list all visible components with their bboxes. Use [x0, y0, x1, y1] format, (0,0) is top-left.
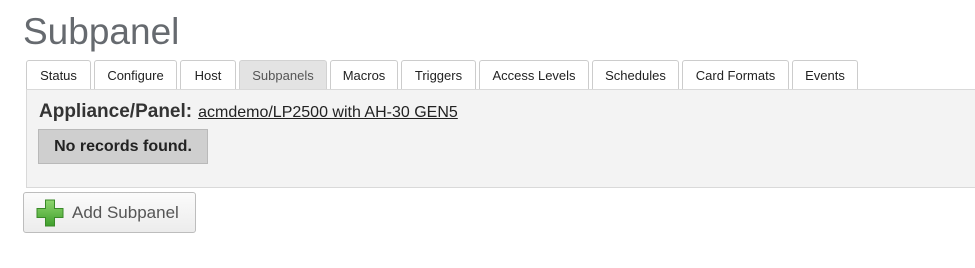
- tab-triggers[interactable]: Triggers: [401, 60, 476, 89]
- no-records-message: No records found.: [38, 129, 208, 164]
- tab-status[interactable]: Status: [26, 60, 91, 89]
- tab-host[interactable]: Host: [180, 60, 236, 89]
- tab-subpanels[interactable]: Subpanels: [239, 60, 327, 89]
- tab-card-formats[interactable]: Card Formats: [682, 60, 789, 89]
- appliance-label: Appliance/Panel:: [39, 101, 193, 122]
- page-title: Subpanel: [23, 11, 180, 52]
- plus-icon: [36, 199, 64, 226]
- add-subpanel-label: Add Subpanel: [72, 202, 179, 222]
- tab-bar: Status Configure Host Subpanels Macros T…: [26, 60, 861, 89]
- tab-schedules[interactable]: Schedules: [592, 60, 679, 89]
- tab-macros[interactable]: Macros: [330, 60, 398, 89]
- page: Subpanel Status Configure Host Subpanels…: [0, 0, 975, 268]
- appliance-link[interactable]: acmdemo/LP2500 with AH-30 GEN5: [198, 104, 458, 122]
- subpanels-content-panel: Appliance/Panel: acmdemo/LP2500 with AH-…: [26, 89, 975, 188]
- tab-access-levels[interactable]: Access Levels: [479, 60, 589, 89]
- tab-events[interactable]: Events: [792, 60, 858, 89]
- add-subpanel-button[interactable]: Add Subpanel: [23, 192, 196, 233]
- appliance-row: Appliance/Panel: acmdemo/LP2500 with AH-…: [39, 101, 458, 123]
- tab-configure[interactable]: Configure: [94, 60, 177, 89]
